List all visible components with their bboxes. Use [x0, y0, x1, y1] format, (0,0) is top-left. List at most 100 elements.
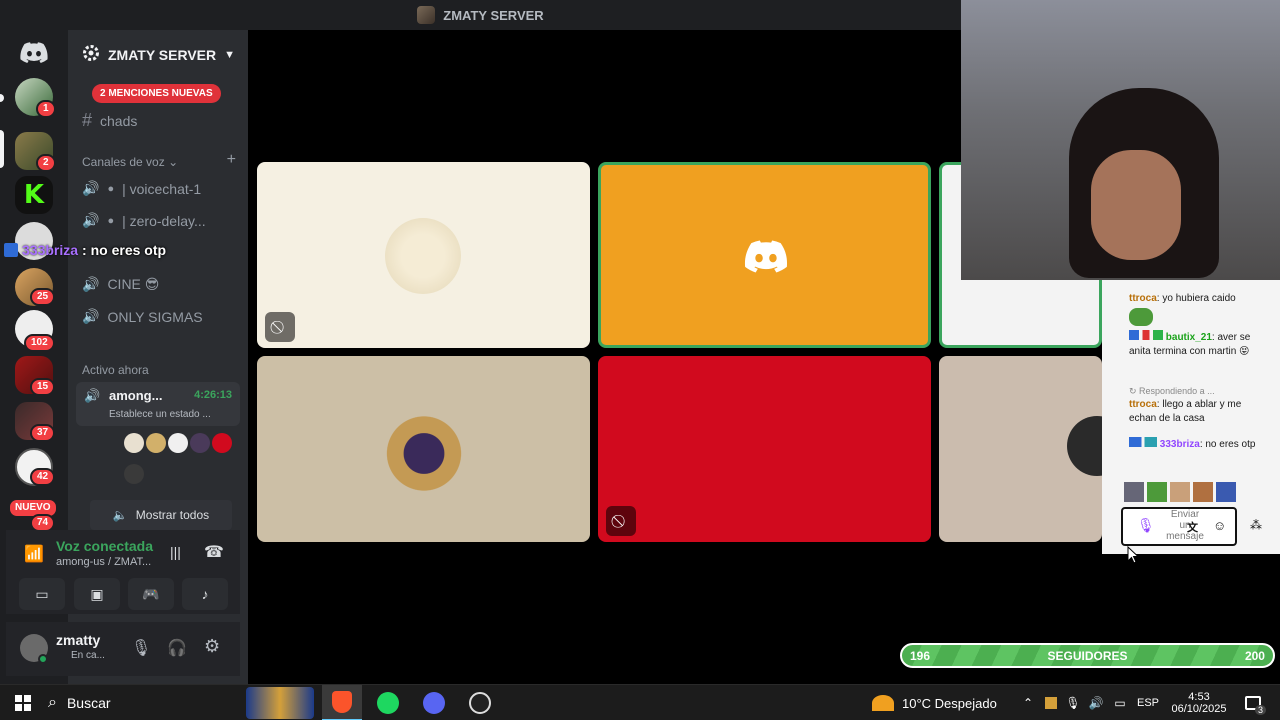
gamepad-icon: 🎮: [142, 585, 160, 602]
chat-input[interactable]: 🎙 Enviar un mensaje 文 ☺: [1121, 507, 1237, 546]
speaker-green-icon: 🔊: [84, 388, 101, 403]
chevron-up-icon[interactable]: ⌃: [1020, 685, 1036, 720]
brave-icon: [332, 691, 352, 713]
tray-microphone-icon[interactable]: 🎙: [1064, 685, 1082, 720]
emote-icon: [1216, 482, 1236, 502]
volume-icon[interactable]: 🔊: [1086, 685, 1106, 720]
window-title: ZMATY SERVER: [443, 7, 544, 23]
add-channel-icon[interactable]: +: [227, 151, 236, 169]
search-label: Buscar: [66, 695, 111, 711]
start-button[interactable]: [8, 685, 38, 720]
avatar[interactable]: [212, 433, 232, 453]
speaker-icon: 🔈: [112, 508, 128, 522]
voice-channel-1[interactable]: 🔊 ● | voicechat-1: [82, 180, 201, 197]
chat-message: 333briza: no eres otp: [1129, 437, 1269, 452]
chat-reply-context: ↻ Respondiendo a ...: [1129, 384, 1269, 398]
video-tile-5[interactable]: ⃠: [598, 356, 931, 542]
user-status: En ca...: [71, 650, 105, 661]
headphones-icon[interactable]: 🎧: [167, 638, 187, 658]
channel-label: ONLY SIGMAS: [107, 308, 203, 325]
voice-channel-2[interactable]: 🔊 ● | zero-delay...: [82, 212, 206, 229]
clock-date: 06/10/2025: [1171, 703, 1227, 715]
speaker-icon: 🔊: [82, 180, 100, 196]
overlay-user: 333briza: [22, 242, 79, 258]
soundboard-icon: ♪: [201, 586, 209, 602]
avatar[interactable]: [190, 433, 210, 453]
taskbar-brave[interactable]: [322, 685, 362, 720]
show-all-button[interactable]: 🔈 Mostrar todos: [90, 500, 232, 530]
voice-channel-4[interactable]: 🔊 ONLY SIGMAS: [82, 308, 203, 325]
settings-gear-icon[interactable]: ⚙: [204, 636, 220, 657]
microphone-icon[interactable]: 🎙: [131, 638, 151, 658]
server-header[interactable]: ZMATY SERVER ▼: [82, 44, 235, 65]
follower-goal-bar: 196 SEGUIDORES 200: [900, 643, 1275, 668]
avatar[interactable]: [124, 433, 144, 453]
follower-count: 196: [910, 648, 931, 663]
camera-off-button[interactable]: ▭: [19, 578, 65, 610]
channel-label: chads: [100, 112, 138, 129]
emote-icon: [1170, 482, 1190, 502]
selected-pill: [0, 130, 4, 168]
voice-category[interactable]: Canales de voz ⌄: [82, 155, 178, 169]
video-tile-4[interactable]: [257, 356, 590, 542]
text-channel-chads[interactable]: # chads: [82, 110, 137, 131]
emoji-icon[interactable]: ☺: [1213, 518, 1226, 533]
weather-widget[interactable]: 10°C Despejado: [872, 685, 1022, 720]
video-tile-1[interactable]: ⃠: [257, 162, 590, 348]
stream-chat-overlay: ttroca: yo hubiera caido bautix_21: aver…: [1102, 280, 1280, 554]
category-label: Canales de voz: [82, 155, 165, 169]
window-titlebar: ZMATY SERVER: [0, 0, 961, 30]
chat-username: ttroca: [1129, 399, 1157, 410]
translate-icon[interactable]: 文: [1187, 519, 1198, 535]
obs-icon: [469, 692, 491, 714]
active-now-title: Activo ahora: [82, 363, 149, 377]
activity-status: Establece un estado ...: [109, 409, 211, 420]
tray-square-icon: [1045, 697, 1057, 709]
video-tile-6[interactable]: [939, 356, 1102, 542]
clock[interactable]: 4:53 06/10/2025: [1164, 685, 1234, 720]
voice-channel-3[interactable]: 🔊 CINE 😎: [82, 276, 159, 293]
search-icon: ⌕: [48, 694, 57, 711]
activity-card[interactable]: 🔊 among... 4:26:13 Establece un estado .…: [76, 382, 240, 426]
spotify-icon: [377, 692, 399, 714]
network-icon[interactable]: ▭: [1110, 685, 1130, 720]
taskbar-spotify[interactable]: [368, 685, 408, 720]
soundboard-button[interactable]: ♪: [182, 578, 228, 610]
gear-icon: [82, 44, 100, 65]
chat-username: bautix_21: [1165, 332, 1212, 343]
pepe-emote-icon: [1129, 308, 1153, 326]
new-mentions-banner[interactable]: 2 MENCIONES NUEVAS: [92, 84, 221, 103]
taskbar-obs[interactable]: [460, 685, 500, 720]
server-icon-kick[interactable]: K: [15, 176, 53, 214]
taskbar-discord[interactable]: [414, 685, 454, 720]
chevron-down-icon: ▼: [224, 48, 236, 61]
camera-off-icon: ▭: [35, 585, 49, 602]
voice-channel-name[interactable]: among-us / ZMAT...: [56, 556, 151, 568]
mic-icon[interactable]: 🎙: [1137, 517, 1155, 534]
webcam-face: [1091, 150, 1181, 260]
avatar[interactable]: [168, 433, 188, 453]
discord-home-icon[interactable]: [20, 42, 48, 69]
notifications-button[interactable]: 3: [1238, 685, 1268, 720]
activities-button[interactable]: 🎮: [128, 578, 174, 610]
search-highlight-image[interactable]: [245, 685, 315, 720]
video-tile-2-speaking[interactable]: [598, 162, 931, 348]
avatar[interactable]: [124, 464, 144, 484]
chat-message: bautix_21: aver se anita termina con mar…: [1129, 330, 1269, 359]
chat-username: 333briza: [1159, 439, 1200, 450]
more-icon[interactable]: ⁂: [1250, 518, 1262, 532]
avatar[interactable]: [146, 433, 166, 453]
overlay-message: : no eres otp: [82, 242, 167, 258]
disconnect-icon[interactable]: ☎: [204, 542, 224, 562]
balloon-icon: ●: [107, 214, 115, 227]
language-indicator[interactable]: ESP: [1134, 685, 1162, 720]
screen-share-icon: ▣: [90, 585, 104, 602]
overlay-badge-icon: [4, 243, 18, 257]
noise-suppression-icon[interactable]: |||: [170, 544, 181, 560]
kick-logo-icon: K: [23, 180, 45, 210]
taskbar-search[interactable]: ⌕ Buscar: [48, 685, 238, 720]
tray-app-icon[interactable]: [1042, 685, 1060, 720]
clock-time: 4:53: [1188, 691, 1210, 703]
chevron-down-icon: ⌄: [168, 155, 179, 169]
screen-share-button[interactable]: ▣: [74, 578, 120, 610]
